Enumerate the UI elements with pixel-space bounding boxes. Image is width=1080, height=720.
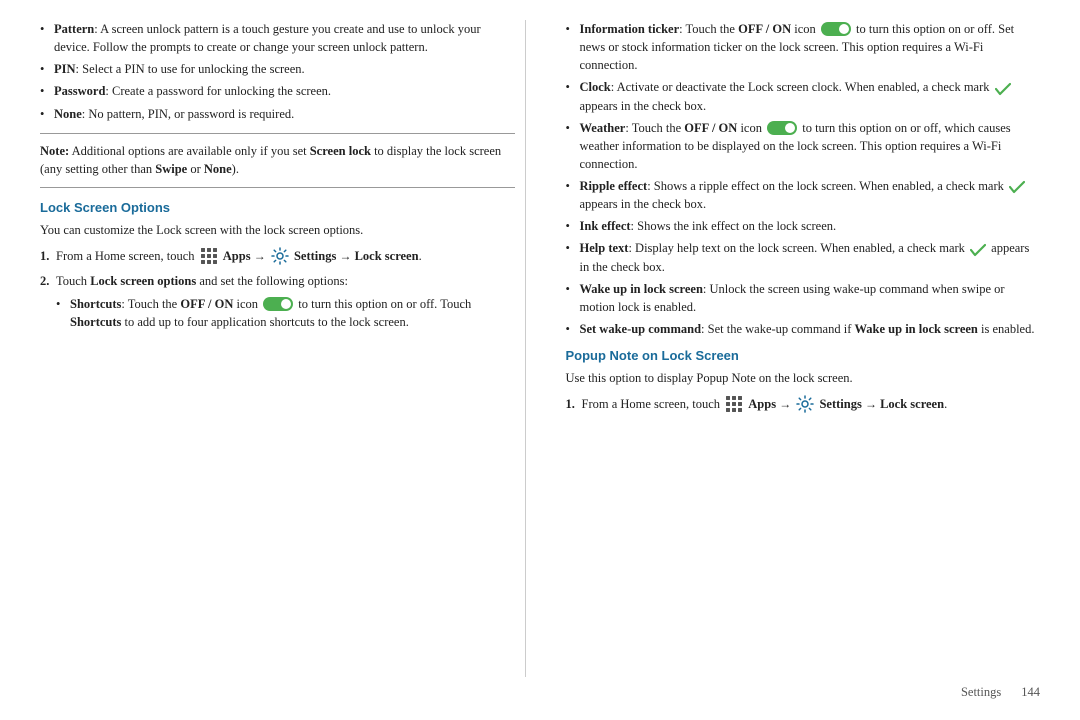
apps-grid-icon (200, 247, 218, 265)
popup-step-1-num: 1. (566, 395, 575, 413)
popup-step-1: 1. From a Home screen, touch (566, 395, 1041, 414)
note-box: Note: Additional options are available o… (40, 133, 515, 189)
bullet-clock: Clock: Activate or deactivate the Lock s… (566, 78, 1041, 114)
bullet-set-wake-up: Set wake-up command: Set the wake-up com… (566, 320, 1041, 338)
page: Pattern: A screen unlock pattern is a to… (0, 0, 1080, 720)
lock-screen-options-para: You can customize the Lock screen with t… (40, 221, 515, 239)
footer-label: Settings (961, 685, 1001, 700)
sub-bullet-shortcuts: Shortcuts: Touch the OFF / ON icon to tu… (56, 295, 515, 331)
info-ticker-toggle (821, 22, 851, 36)
bullet-pattern: Pattern: A screen unlock pattern is a to… (40, 20, 515, 56)
bullet-weather: Weather: Touch the OFF / ON icon to turn… (566, 119, 1041, 173)
bullet-help-text: Help text: Display help text on the lock… (566, 239, 1041, 275)
popup-settings-gear-icon (796, 395, 814, 413)
bullet-info-ticker: Information ticker: Touch the OFF / ON i… (566, 20, 1041, 74)
popup-note-heading: Popup Note on Lock Screen (566, 348, 1041, 363)
clock-checkmark-icon (995, 82, 1011, 96)
help-checkmark-icon (970, 243, 986, 257)
content-columns: Pattern: A screen unlock pattern is a to… (40, 20, 1040, 677)
step-2-num: 2. (40, 272, 49, 290)
step-1: 1. From a Home screen, touch (40, 247, 515, 266)
ripple-checkmark-icon (1009, 180, 1025, 194)
weather-toggle (767, 121, 797, 135)
right-column: Information ticker: Touch the OFF / ON i… (556, 20, 1041, 677)
popup-note-para: Use this option to display Popup Note on… (566, 369, 1041, 387)
shortcuts-toggle (263, 297, 293, 311)
bullet-password: Password: Create a password for unlockin… (40, 82, 515, 100)
popup-apps-grid-icon (725, 395, 743, 413)
footer: Settings 144 (40, 677, 1040, 700)
bullet-ink-effect: Ink effect: Shows the ink effect on the … (566, 217, 1041, 235)
bullet-none: None: No pattern, PIN, or password is re… (40, 105, 515, 123)
bullet-wake-up: Wake up in lock screen: Unlock the scree… (566, 280, 1041, 316)
settings-gear-icon (271, 247, 289, 265)
step-1-num: 1. (40, 247, 49, 265)
lock-screen-steps: 1. From a Home screen, touch (40, 247, 515, 331)
popup-note-steps: 1. From a Home screen, touch (566, 395, 1041, 414)
sub-bullets: Shortcuts: Touch the OFF / ON icon to tu… (56, 295, 515, 331)
bullet-ripple: Ripple effect: Shows a ripple effect on … (566, 177, 1041, 213)
footer-page: 144 (1021, 685, 1040, 700)
left-column: Pattern: A screen unlock pattern is a to… (40, 20, 526, 677)
lock-screen-options-heading: Lock Screen Options (40, 200, 515, 215)
bullet-pin: PIN: Select a PIN to use for unlocking t… (40, 60, 515, 78)
top-bullets: Pattern: A screen unlock pattern is a to… (40, 20, 515, 123)
step-2: 2. Touch Lock screen options and set the… (40, 272, 515, 330)
right-bullets: Information ticker: Touch the OFF / ON i… (566, 20, 1041, 338)
